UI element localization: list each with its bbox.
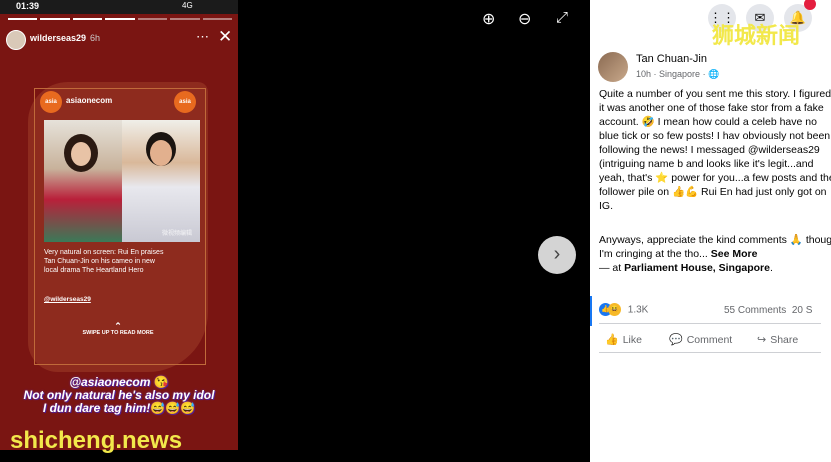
story-username: wilderseas29 6h: [30, 33, 101, 43]
share-count[interactable]: 20 S: [792, 305, 813, 316]
globe-icon: 🌐: [708, 69, 720, 79]
post-body: Quite a number of you sent me this story…: [599, 88, 831, 212]
news-photo: 微视频编辑: [44, 120, 200, 242]
comment-button[interactable]: 💬 Comment: [669, 333, 732, 346]
post-stats: 55 Comments 20 S: [724, 305, 812, 316]
asiaone-logo: asia one: [40, 91, 62, 127]
post-meta: 10h · Singapore · 🌐: [636, 69, 720, 79]
story-handle: @wilderseas29: [44, 296, 91, 303]
post-panel: ⋮⋮ ✉ 🔔 Tan Chuan-Jin 10h · Singapore · 🌐…: [590, 0, 831, 462]
chevron-right-icon: ›: [553, 243, 561, 265]
place-link[interactable]: Parliament House, Singapore: [624, 262, 770, 274]
post-actions: 👍 Like 💬 Comment ↪ Share: [599, 330, 831, 350]
post-location[interactable]: Singapore: [659, 69, 700, 79]
post-body-continued: Anyways, appreciate the kind comments 🙏 …: [599, 234, 831, 274]
publisher-name: asiaonecom: [66, 96, 113, 105]
close-icon: ✕: [218, 27, 233, 46]
story-header: wilderseas29 6h ⋯ ✕: [6, 27, 234, 50]
story-avatar: [6, 30, 26, 50]
story-progress-bars: [8, 18, 232, 20]
fullscreen-icon[interactable]: ⤢: [556, 9, 568, 26]
asiaone-logo-right: asia one: [174, 91, 196, 127]
watermark-bottom: shicheng.news: [10, 427, 183, 454]
see-more-link[interactable]: See More: [711, 248, 758, 260]
author-avatar[interactable]: [598, 52, 628, 82]
reaction-count: 1.3K: [627, 304, 649, 316]
next-photo-button[interactable]: ›: [538, 236, 576, 274]
status-time: 01:39: [16, 1, 40, 11]
scroll-indicator: [590, 296, 592, 326]
swipe-up-prompt: ⌃ SWIPE UP TO READ MORE: [78, 321, 158, 337]
reaction-summary[interactable]: 👍 😆 1.3K: [599, 303, 648, 317]
zoom-out-icon[interactable]: ⊖: [518, 9, 531, 29]
like-button[interactable]: 👍 Like: [605, 333, 642, 346]
phone-status-bar: 01:39 4G: [0, 0, 238, 14]
share-icon: ↪: [757, 334, 767, 346]
network-indicator: 4G: [182, 1, 193, 10]
post-time[interactable]: 10h: [636, 69, 651, 79]
news-caption: Very natural on screen: Rui En praises T…: [44, 249, 164, 274]
ellipsis-icon: ⋯: [196, 29, 209, 44]
watermark-top: 狮城新闻: [712, 23, 801, 48]
story-screenshot: 01:39 4G wilderseas296h ⋯ ✕ asia one asi…: [0, 0, 238, 450]
share-button[interactable]: ↪ Share: [757, 333, 798, 346]
haha-reaction-icon: 😆: [608, 303, 621, 316]
author-name[interactable]: Tan Chuan-Jin: [636, 53, 707, 65]
story-age: 6h: [90, 33, 101, 43]
thumbs-up-icon: 👍: [605, 334, 619, 346]
divider: [599, 352, 821, 353]
notification-badge: [804, 0, 816, 10]
story-overlay-text: @asiaonecom 😘 Not only natural he's also…: [23, 375, 215, 415]
photo-watermark: 微视频编辑: [162, 231, 193, 237]
divider: [599, 323, 821, 324]
comment-icon: 💬: [669, 334, 683, 346]
comment-count[interactable]: 55 Comments: [724, 305, 786, 316]
photo-viewer: 01:39 4G wilderseas296h ⋯ ✕ asia one asi…: [0, 0, 590, 462]
zoom-in-icon[interactable]: ⊕: [482, 9, 495, 29]
chevron-up-icon: ⌃: [114, 321, 122, 331]
